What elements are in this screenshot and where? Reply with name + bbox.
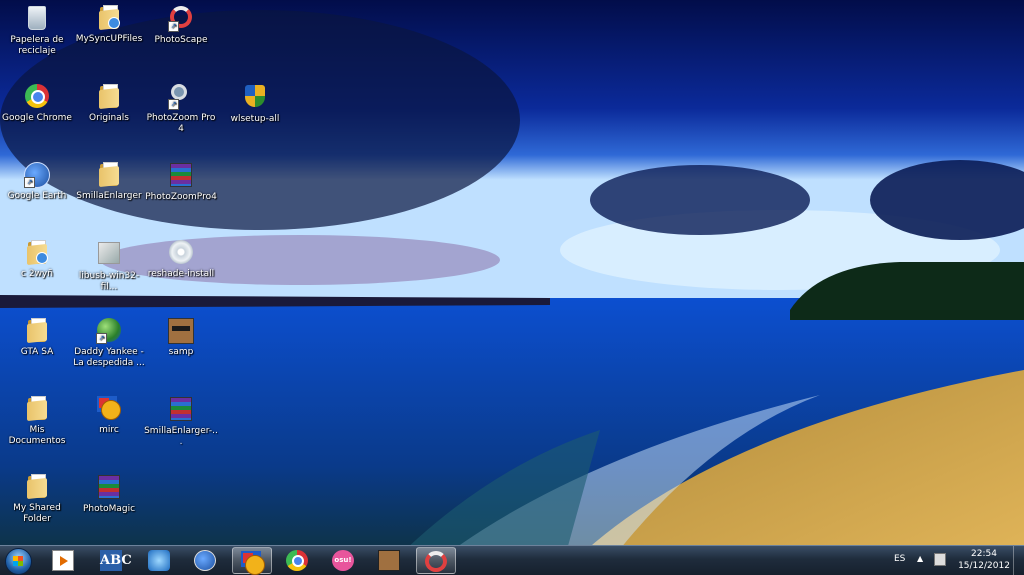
folder-icon (24, 474, 50, 500)
desktop-icon-photoscape[interactable]: ↗ PhotoScape (144, 4, 218, 46)
desktop-icon-daddy-yankee[interactable]: ↗ Daddy Yankee - La despedida ... (72, 317, 146, 369)
desktop-icon-libusb-win32[interactable]: libusb-win32-fil... (72, 239, 146, 293)
mirc-icon (241, 551, 265, 575)
chrome-icon (286, 550, 308, 571)
desktop-icon-photozoompro4-archive[interactable]: PhotoZoomPro4 (144, 161, 218, 203)
desktop-icon-mirc[interactable]: mirc (72, 395, 146, 436)
desktop-icon-label: SmillaEnlarger-... (144, 426, 218, 447)
photozoom-icon: ↗ (168, 84, 194, 110)
taskbar-osu-button[interactable]: osu! (324, 547, 364, 574)
samp-icon (378, 550, 400, 571)
samp-icon (168, 318, 194, 344)
folder-icon (24, 396, 50, 422)
desktop-icon-google-chrome[interactable]: Google Chrome (0, 83, 74, 124)
desktop-icon-samp[interactable]: samp (144, 317, 218, 358)
desktop-icon-photozoom-pro-4[interactable]: ↗ PhotoZoom Pro 4 (144, 83, 218, 135)
desktop-icon-label: My Shared Folder (13, 503, 61, 524)
desktop-icon-wlsetup-all[interactable]: wlsetup-all (218, 83, 292, 125)
media-player-icon (52, 550, 74, 571)
taskbar-media-player-button[interactable] (44, 547, 84, 574)
google-earth-icon: ↗ (24, 162, 50, 188)
desktop-icon-label: PhotoScape (154, 35, 208, 45)
desktop-icon-my-shared-folder[interactable]: My Shared Folder (0, 473, 74, 525)
desktop-icon-label: mirc (99, 425, 119, 435)
desktop-icon-label: reshade-install (147, 269, 215, 279)
desktop-icon-label: PhotoZoom Pro 4 (146, 113, 216, 134)
taskbar-google-earth-button[interactable] (186, 547, 226, 574)
taskbar-chrome-button[interactable] (278, 547, 318, 574)
desktop-icon-gta-sa[interactable]: GTA SA (0, 317, 74, 358)
taskbar-abc-button[interactable]: ABC (92, 547, 132, 574)
desktop-icon-label: PhotoMagic (82, 504, 136, 514)
desktop-icon-label: libusb-win32-fil... (78, 271, 140, 292)
winrar-archive-icon (168, 163, 194, 189)
desktop-icon-google-earth[interactable]: ↗ Google Earth (0, 161, 74, 202)
desktop-icon-label: PhotoZoomPro4 (145, 192, 217, 202)
desktop-icon-smillaenlarger-archive[interactable]: SmillaEnlarger-... (144, 395, 218, 448)
folder-icon (96, 84, 122, 110)
desktop-icon-label: Originals (89, 113, 129, 123)
photoscape-icon: ↗ (168, 6, 194, 32)
taskbar-samp-button[interactable] (370, 547, 410, 574)
windows-live-setup-icon (242, 85, 268, 111)
show-desktop-button[interactable] (1013, 546, 1024, 575)
winrar-archive-icon (168, 397, 194, 423)
taskbar: ABC osu! ES ▲ 22:54 15/12/2012 (0, 545, 1024, 575)
desktop-icon-label: Google Earth (7, 191, 67, 201)
desktop-icon-originals[interactable]: Originals (72, 83, 146, 124)
abc-app-icon: ABC (100, 550, 132, 571)
desktop-icon-recycle-bin[interactable]: Papelera de reciclaje (0, 4, 74, 57)
tray-app-icon[interactable] (934, 553, 946, 566)
taskbar-extension-app-button[interactable] (140, 547, 180, 574)
folder-icon (24, 318, 50, 344)
clock-date: 15/12/2012 (958, 561, 1010, 571)
osu-icon: osu! (332, 550, 354, 571)
desktop-icon-label: MySyncUPFiles (75, 34, 143, 44)
desktop-icon-mysyncupfiles[interactable]: MySyncUPFiles (72, 4, 146, 45)
system-tray: ES ▲ 22:54 15/12/2012 (884, 546, 1024, 575)
media-globe-icon: ↗ (96, 318, 122, 344)
winrar-archive-icon (96, 475, 122, 501)
language-indicator[interactable]: ES (894, 554, 905, 564)
photoscape-icon (425, 551, 447, 572)
desktop-icon-label: Google Chrome (2, 113, 72, 123)
desktop-icon-label: Daddy Yankee - La despedida ... (73, 347, 145, 368)
extension-app-icon (148, 550, 170, 571)
desktop-icon-smillaenlarger[interactable]: SmillaEnlarger (72, 161, 146, 202)
desktop-icon-mis-documentos[interactable]: Mis Documentos (0, 395, 74, 447)
desktop-icon-label: GTA SA (20, 347, 54, 357)
desktop-icon-label: samp (168, 347, 194, 357)
taskbar-mirc-button[interactable] (232, 547, 272, 575)
windows-start-orb-icon (4, 548, 32, 575)
folder-icon (24, 240, 50, 266)
desktop-icon-c-2wyn[interactable]: c 2wyñ (0, 239, 74, 280)
google-earth-icon (194, 550, 216, 571)
desktop-icon-label: Mis Documentos (8, 425, 66, 446)
clock[interactable]: 22:54 15/12/2012 (956, 548, 1012, 572)
desktop-icon-label: c 2wyñ (21, 269, 53, 279)
setup-program-icon (96, 242, 122, 268)
chrome-icon (24, 84, 50, 110)
installer-disc-icon (168, 240, 194, 266)
folder-icon (96, 162, 122, 188)
clock-time: 22:54 (971, 549, 997, 559)
desktop-icon-label: wlsetup-all (230, 114, 280, 124)
mirc-icon (96, 396, 122, 422)
desktop-icon-photomagic[interactable]: PhotoMagic (72, 473, 146, 515)
desktop-icon-reshade-install[interactable]: reshade-install (144, 239, 218, 280)
desktop-icon-label: SmillaEnlarger (76, 191, 142, 201)
taskbar-photoscape-button[interactable] (416, 547, 456, 574)
recycle-bin-icon (24, 6, 50, 32)
show-hidden-icons-button[interactable]: ▲ (917, 554, 923, 563)
start-button[interactable] (3, 547, 33, 575)
folder-icon (96, 5, 122, 31)
desktop-icon-label: Papelera de reciclaje (10, 35, 64, 56)
